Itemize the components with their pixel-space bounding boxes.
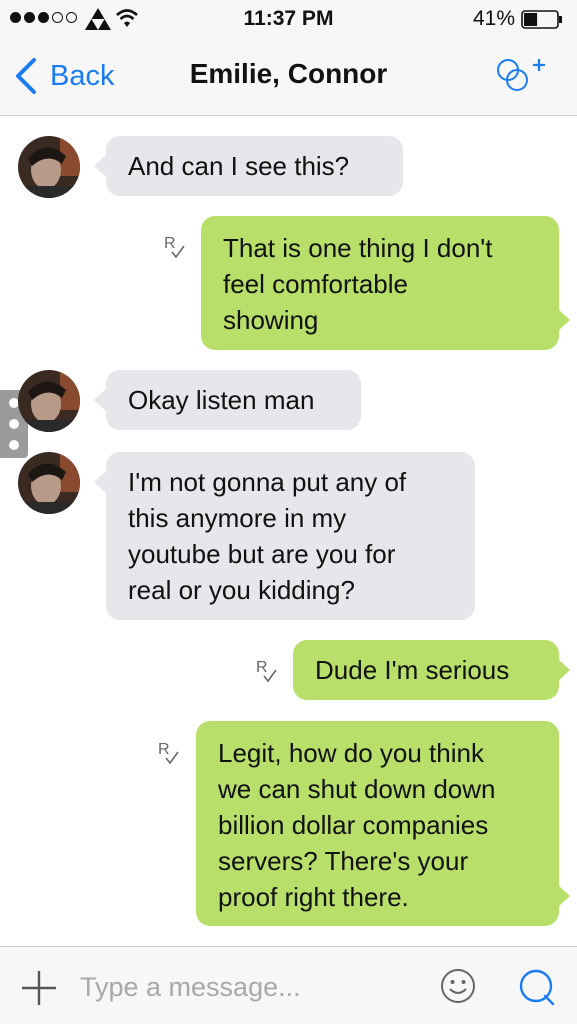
avatar-photo — [18, 370, 80, 432]
message-bubble-outgoing[interactable]: Dude I'm serious — [293, 640, 570, 700]
message-text-line: real or you kidding? — [128, 575, 355, 605]
status-bar: 11:37 PM 41% — [0, 0, 577, 38]
read-receipt-icon: R — [158, 741, 179, 765]
message-composer — [0, 946, 577, 1024]
avatar[interactable] — [18, 452, 80, 514]
message-text-line: proof right there. — [218, 882, 409, 912]
message-text-line: showing — [223, 305, 319, 335]
message-text-line: I'm not gonna put any of — [128, 467, 407, 497]
battery-percent: 41% — [472, 7, 515, 30]
message-text-line: That is one thing I don't — [223, 233, 493, 263]
avatar-photo — [18, 452, 80, 514]
message-bubble-outgoing[interactable]: That is one thing I don't feel comfortab… — [201, 216, 570, 350]
message-text-line: billion dollar companies — [218, 810, 489, 840]
svg-text:R: R — [256, 659, 268, 676]
avatar[interactable] — [18, 136, 80, 198]
message-text: Okay listen man — [128, 385, 315, 415]
message-text-line: Legit, how do you think — [218, 738, 484, 768]
send-icon[interactable] — [517, 967, 557, 1007]
svg-text:R: R — [164, 235, 176, 252]
message-text: And can I see this? — [128, 151, 350, 181]
message-bubble-incoming[interactable]: I'm not gonna put any of this anymore in… — [94, 452, 475, 620]
message-text-line: this anymore in my — [128, 503, 347, 533]
message-bubble-incoming[interactable]: Okay listen man — [94, 370, 361, 430]
battery-icon — [521, 10, 562, 29]
message-text-line: we can shut down down — [218, 774, 496, 804]
svg-text:R: R — [158, 741, 170, 758]
add-people-icon[interactable] — [495, 56, 551, 96]
message-text-line: youtube but are you for — [128, 539, 396, 569]
message-text: Dude I'm serious — [315, 655, 510, 685]
plus-icon[interactable] — [20, 969, 58, 1007]
message-bubble-outgoing[interactable]: Legit, how do you think we can shut down… — [196, 721, 570, 926]
smiley-icon[interactable] — [440, 968, 476, 1004]
avatar-photo — [18, 136, 80, 198]
message-text-line: feel comfortable — [223, 269, 408, 299]
conversation-title: Emilie, Connor — [189, 58, 388, 89]
navigation-bar: Back Emilie, Connor — [0, 38, 577, 116]
read-receipt-icon: R — [256, 659, 277, 683]
message-input[interactable] — [80, 965, 410, 1009]
message-text-line: servers? There's your — [218, 846, 469, 876]
message-bubble-incoming[interactable]: And can I see this? — [94, 136, 403, 196]
avatar[interactable] — [18, 370, 80, 432]
read-receipt-icon: R — [164, 235, 185, 259]
